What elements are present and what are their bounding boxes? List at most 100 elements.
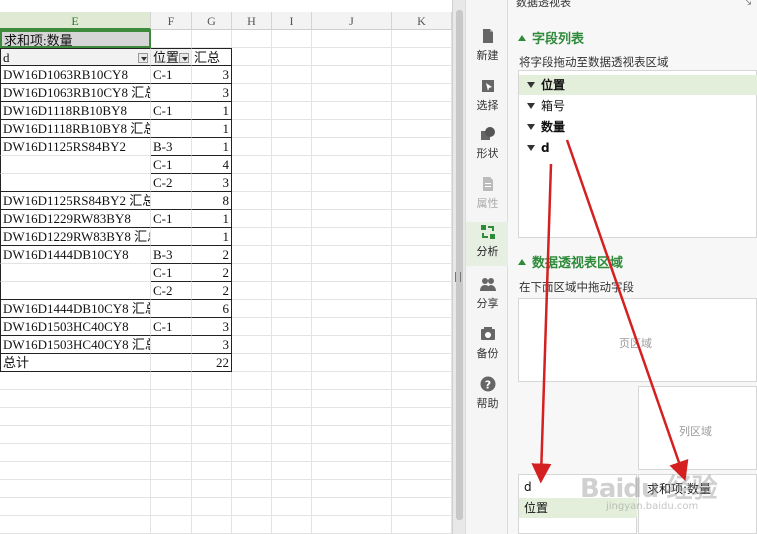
table-cell[interactable]: 1: [192, 138, 232, 156]
expand-icon[interactable]: [527, 145, 535, 151]
grid-cell[interactable]: [312, 300, 392, 318]
grid-cell[interactable]: [312, 48, 392, 66]
analysis-button[interactable]: 分析: [466, 222, 509, 266]
grid-cell[interactable]: [392, 156, 452, 174]
pivot-area-section-header[interactable]: 数据透视表区域: [518, 252, 623, 271]
grid-cell[interactable]: [151, 30, 192, 48]
expand-icon[interactable]: [527, 124, 535, 130]
grid-cell[interactable]: [232, 228, 272, 246]
grid-cell[interactable]: [232, 372, 272, 390]
table-cell[interactable]: 1: [192, 120, 232, 138]
grid-cell[interactable]: [192, 480, 232, 498]
table-cell[interactable]: DW16D1063RB10CY8 汇总: [0, 84, 151, 102]
table-cell[interactable]: C-1: [151, 156, 192, 174]
grid-cell[interactable]: [392, 462, 452, 480]
grid-cell[interactable]: [312, 264, 392, 282]
grid-cell[interactable]: [312, 318, 392, 336]
table-cell[interactable]: [0, 264, 151, 282]
grid-cell[interactable]: [312, 66, 392, 84]
column-header-h[interactable]: H: [232, 12, 272, 30]
grid-cell[interactable]: [0, 372, 151, 390]
grid-cell[interactable]: [151, 426, 192, 444]
grid-cell[interactable]: [392, 480, 452, 498]
table-cell[interactable]: 3: [192, 174, 232, 192]
grid-cell[interactable]: [192, 372, 232, 390]
table-cell[interactable]: [0, 156, 151, 174]
table-cell[interactable]: 2: [192, 246, 232, 264]
grid-cell[interactable]: [232, 102, 272, 120]
grid-cell[interactable]: [392, 426, 452, 444]
grid-cell[interactable]: [312, 408, 392, 426]
grid-cell[interactable]: [232, 498, 272, 516]
grid-cell[interactable]: [192, 444, 232, 462]
grid-cell[interactable]: [192, 516, 232, 534]
grid-cell[interactable]: [151, 390, 192, 408]
table-cell[interactable]: [151, 354, 192, 372]
grid-cell[interactable]: [0, 444, 151, 462]
row-field-header-d[interactable]: d: [0, 48, 151, 66]
grid-cell[interactable]: [232, 318, 272, 336]
grid-cell[interactable]: [392, 30, 452, 48]
grid-cell[interactable]: [392, 48, 452, 66]
field-item-box-number[interactable]: 箱号: [519, 96, 757, 116]
table-cell[interactable]: 3: [192, 336, 232, 354]
help-button[interactable]: ? 帮助: [466, 374, 509, 418]
grid-cell[interactable]: [272, 444, 312, 462]
field-item-d[interactable]: d: [519, 138, 757, 158]
grid-cell[interactable]: [312, 246, 392, 264]
grid-cell[interactable]: [272, 282, 312, 300]
select-button[interactable]: 选择: [466, 76, 509, 120]
grid-cell[interactable]: [392, 354, 452, 372]
grid-cell[interactable]: [312, 354, 392, 372]
table-cell[interactable]: DW16D1118RB10BY8: [0, 102, 151, 120]
grid-cell[interactable]: [272, 300, 312, 318]
grid-cell[interactable]: [272, 498, 312, 516]
grid-cell[interactable]: [312, 498, 392, 516]
table-cell[interactable]: C-1: [151, 264, 192, 282]
grid-cell[interactable]: [392, 66, 452, 84]
grid-cell[interactable]: [0, 426, 151, 444]
table-cell[interactable]: [151, 84, 192, 102]
grid-cell[interactable]: [272, 120, 312, 138]
grid-cell[interactable]: [232, 156, 272, 174]
grid-cell[interactable]: [272, 390, 312, 408]
grid-cell[interactable]: [232, 246, 272, 264]
grid-cell[interactable]: [312, 30, 392, 48]
pivot-value-title-cell[interactable]: 求和项:数量: [0, 30, 151, 48]
grid-cell[interactable]: [392, 390, 452, 408]
grid-cell[interactable]: [272, 480, 312, 498]
vertical-scrollbar[interactable]: [452, 0, 465, 534]
grid-cell[interactable]: [232, 390, 272, 408]
grid-cell[interactable]: [312, 516, 392, 534]
grid-cell[interactable]: [232, 408, 272, 426]
field-item-quantity[interactable]: 数量: [519, 117, 757, 137]
grid-cell[interactable]: [272, 264, 312, 282]
table-cell[interactable]: DW16D1229RW83BY8 汇总: [0, 228, 151, 246]
grid-cell[interactable]: [151, 498, 192, 516]
grid-cell[interactable]: [272, 156, 312, 174]
backup-button[interactable]: 备份: [466, 324, 509, 368]
grid-cell[interactable]: [192, 498, 232, 516]
panel-splitter-handle[interactable]: [455, 272, 461, 282]
grid-cell[interactable]: [392, 336, 452, 354]
grid-cell[interactable]: [151, 516, 192, 534]
grid-cell[interactable]: [312, 336, 392, 354]
total-column-header[interactable]: 汇总: [192, 48, 232, 66]
grid-cell[interactable]: [232, 192, 272, 210]
grid-cell[interactable]: [232, 300, 272, 318]
grid-cell[interactable]: [312, 138, 392, 156]
shape-button[interactable]: 形状: [466, 124, 509, 168]
grid-cell[interactable]: [272, 426, 312, 444]
table-cell[interactable]: C-1: [151, 102, 192, 120]
page-area-zone[interactable]: 页区域: [518, 298, 757, 382]
table-cell[interactable]: B-3: [151, 138, 192, 156]
table-cell[interactable]: 1: [192, 228, 232, 246]
grid-cell[interactable]: [312, 174, 392, 192]
grid-cell[interactable]: [272, 354, 312, 372]
grid-cell[interactable]: [232, 84, 272, 102]
row-area-item-d[interactable]: d: [524, 480, 532, 494]
table-cell[interactable]: C-1: [151, 318, 192, 336]
grid-cell[interactable]: [232, 282, 272, 300]
grid-cell[interactable]: [312, 390, 392, 408]
grid-cell[interactable]: [312, 120, 392, 138]
